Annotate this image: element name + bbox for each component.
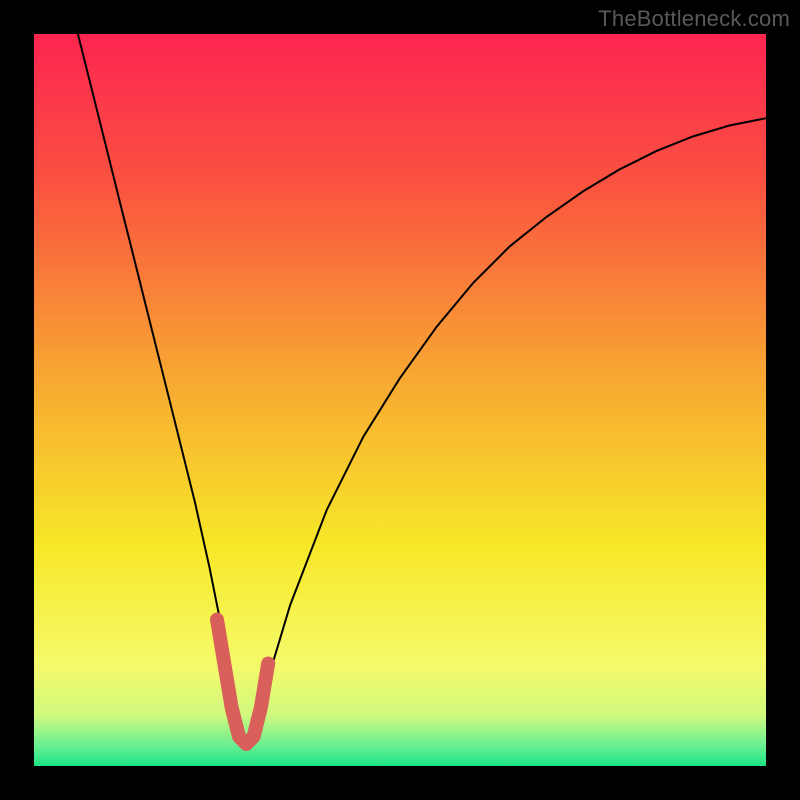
chart-frame: TheBottleneck.com [0,0,800,800]
bottleneck-curve [78,34,766,744]
watermark-text: TheBottleneck.com [598,6,790,32]
valley-highlight [217,620,268,744]
curve-overlay [34,34,766,766]
